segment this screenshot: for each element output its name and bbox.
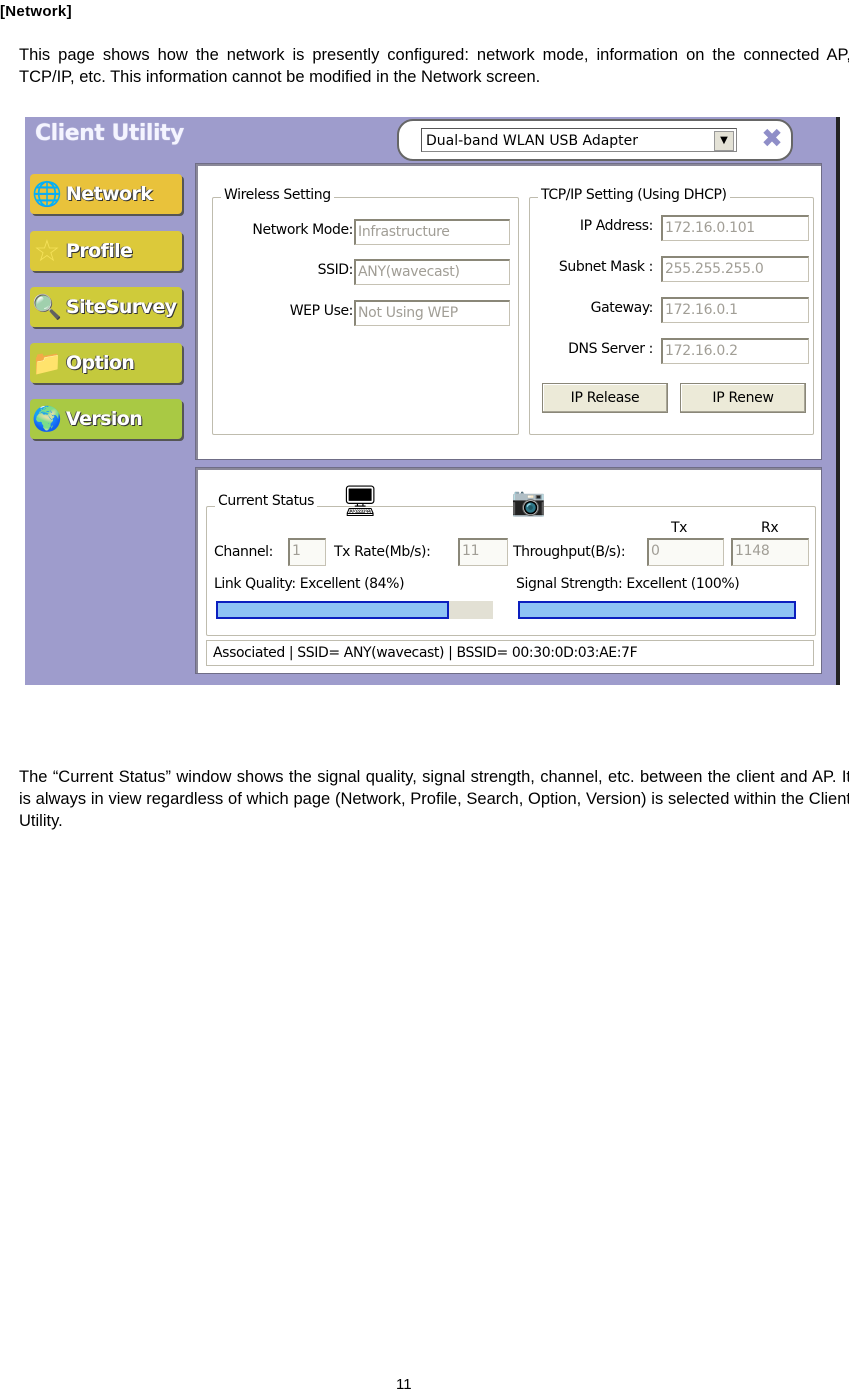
group-title: TCP/IP Setting (Using DHCP) [538, 187, 730, 203]
field-label: Gateway: [590, 300, 654, 316]
nav-label: SiteSurvey [66, 296, 177, 318]
nav-option-button[interactable]: 📁 Option [30, 343, 182, 383]
current-status-panel: Current Status 🖥 📷 Channel: 1 Tx Rate(Mb… [195, 467, 822, 674]
description-paragraph: The “Current Status” window shows the si… [19, 768, 849, 830]
link-quality-fill [216, 601, 449, 619]
globe-stand-icon: 🌍 [32, 405, 62, 433]
globe-network-icon: 🌐 [32, 180, 62, 208]
wep-use-field: Not Using WEP [354, 300, 510, 326]
field-label: DNS Server : [568, 341, 653, 357]
signal-strength-label: Signal Strength: Excellent (100%) [516, 576, 740, 592]
nav-label: Network [66, 183, 153, 205]
txrate-field: 11 [458, 538, 508, 566]
webcam-icon: 📷 [511, 486, 546, 517]
nav-network-button[interactable]: 🌐 Network [30, 174, 182, 214]
client-utility-screenshot: Client Utility Dual-band WLAN USB Adapte… [25, 117, 840, 685]
nav-sitesurvey-button[interactable]: 🔍 SiteSurvey [30, 287, 182, 327]
channel-label: Channel: [214, 544, 273, 560]
ssid-field: ANY(wavecast) [354, 259, 510, 285]
page-number: 11 [396, 1376, 412, 1393]
rx-header: Rx [761, 520, 779, 536]
group-title: Current Status [215, 493, 318, 509]
throughput-tx-field: 0 [647, 538, 724, 566]
ip-release-button[interactable]: IP Release [542, 383, 668, 413]
field-label: Subnet Mask : [558, 259, 654, 275]
field-label: SSID: [317, 262, 354, 278]
ip-renew-button[interactable]: IP Renew [680, 383, 806, 413]
folder-options-icon: 📁 [32, 349, 62, 377]
field-label: Network Mode: [252, 222, 353, 238]
intro-paragraph: This page shows how the network is prese… [19, 46, 849, 86]
chevron-down-icon[interactable]: ▼ [714, 131, 734, 151]
adapter-selected-value: Dual-band WLAN USB Adapter [426, 133, 639, 149]
signal-strength-fill [518, 601, 796, 619]
gateway-field: 172.16.0.1 [661, 297, 809, 323]
txrate-label: Tx Rate(Mb/s): [334, 544, 431, 560]
adapter-bar: Dual-band WLAN USB Adapter ▼ ✖ [397, 119, 793, 161]
network-mode-field: Infrastructure [354, 219, 510, 245]
link-quality-label: Link Quality: Excellent (84%) [214, 576, 405, 592]
status-bar: Associated | SSID= ANY(wavecast) | BSSID… [206, 640, 814, 666]
dns-server-field: 172.16.0.2 [661, 338, 809, 364]
tx-header: Tx [671, 520, 688, 536]
group-title: Wireless Setting [221, 187, 334, 203]
nav-profile-button[interactable]: ☆ Profile [30, 231, 182, 271]
wireless-setting-group: Wireless Setting Network Mode: Infrastru… [212, 187, 519, 435]
field-label: IP Address: [579, 218, 653, 234]
nav-label: Option [66, 352, 135, 374]
adapter-select[interactable]: Dual-band WLAN USB Adapter ▼ [421, 128, 737, 152]
section-heading: [Network] [0, 3, 72, 20]
ip-address-field: 172.16.0.101 [661, 215, 809, 241]
subnet-mask-field: 255.255.255.0 [661, 256, 809, 282]
signal-strength-bar [518, 601, 796, 619]
nav-label: Version [66, 408, 143, 430]
link-quality-bar [216, 601, 493, 619]
network-panel: Wireless Setting Network Mode: Infrastru… [195, 163, 822, 460]
computer-network-icon: 🖥 [341, 485, 380, 518]
throughput-rx-field: 1148 [731, 538, 809, 566]
tcpip-setting-group: TCP/IP Setting (Using DHCP) IP Address: … [529, 187, 814, 435]
channel-field: 1 [288, 538, 326, 566]
magnifier-icon: 🔍 [32, 293, 62, 321]
star-icon: ☆ [33, 234, 61, 268]
field-label: WEP Use: [289, 303, 354, 319]
app-title: Client Utility [35, 121, 184, 146]
close-icon[interactable]: ✖ [759, 125, 785, 153]
throughput-label: Throughput(B/s): [513, 544, 626, 560]
nav-version-button[interactable]: 🌍 Version [30, 399, 182, 439]
nav-label: Profile [66, 240, 133, 262]
window-edge [836, 117, 840, 685]
